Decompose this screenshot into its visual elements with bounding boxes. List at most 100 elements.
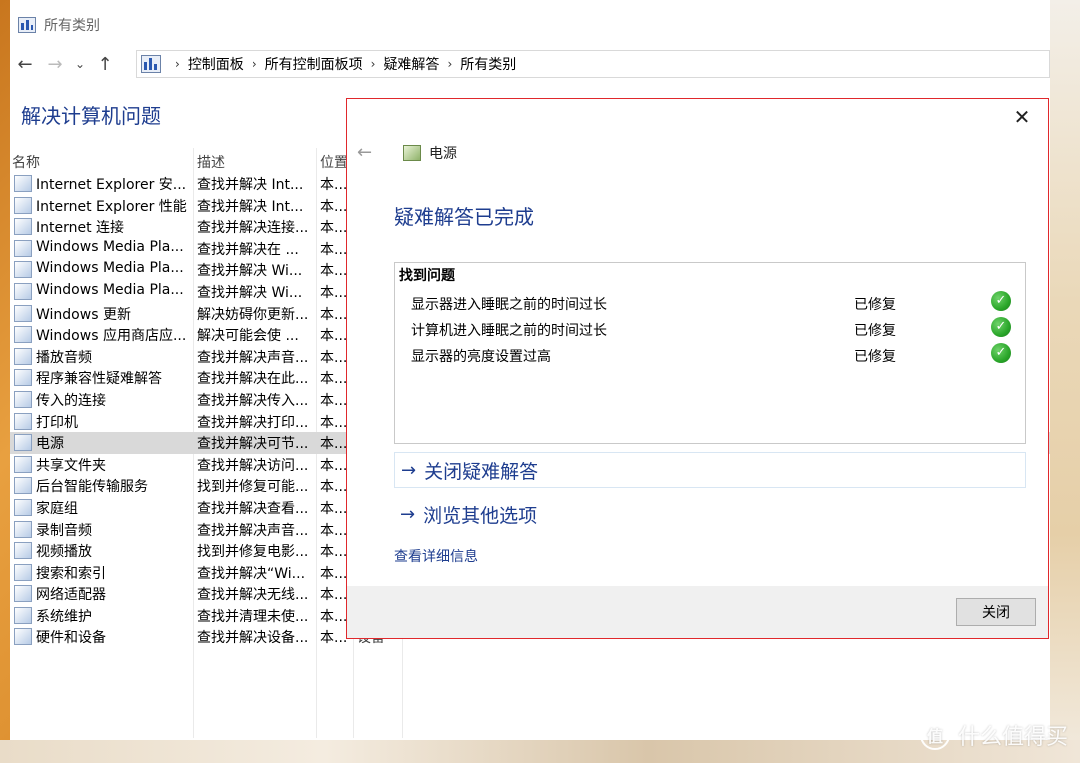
close-troubleshooter-link[interactable]: → 关闭疑难解答 — [394, 452, 1026, 488]
back-arrow-icon[interactable]: ← — [357, 142, 383, 163]
close-troubleshooter-label: 关闭疑难解答 — [424, 460, 539, 483]
item-description: 查找并解决连接... — [197, 220, 309, 237]
troubleshooter-item-icon — [14, 326, 32, 344]
item-location: 本... — [320, 608, 348, 625]
breadcrumb-separator-icon: › — [447, 57, 453, 71]
breadcrumb-separator-icon: › — [370, 57, 376, 71]
item-description: 查找并解决 Wi... — [197, 284, 303, 301]
item-description: 查找并解决传入... — [197, 392, 309, 409]
item-location: 本... — [320, 284, 348, 301]
browse-options-label: 浏览其他选项 — [423, 504, 538, 527]
item-description: 查找并解决在 ... — [197, 241, 299, 258]
item-description: 找到并修复电影... — [197, 544, 309, 561]
item-name: 传入的连接 — [36, 392, 106, 409]
item-location: 本... — [320, 587, 348, 604]
finding-text: 计算机进入睡眠之前的时间过长 — [411, 323, 607, 339]
troubleshooter-item-icon — [14, 542, 32, 560]
item-location: 本... — [320, 177, 348, 193]
finding-row: 显示器进入睡眠之前的时间过长 已修复 ✓ — [411, 291, 1011, 315]
breadcrumb-all-categories[interactable]: 所有类别 — [460, 54, 516, 74]
item-name: 家庭组 — [36, 500, 78, 517]
finding-text: 显示器的亮度设置过高 — [411, 349, 551, 365]
findings-title: 找到问题 — [399, 268, 455, 284]
item-name: Windows 应用商店应... — [36, 328, 187, 345]
control-panel-icon — [18, 17, 36, 33]
item-location: 本... — [320, 500, 348, 517]
dialog-nav: ← 电源 — [357, 142, 457, 163]
item-name: 共享文件夹 — [36, 457, 106, 474]
background-photo-bottom — [0, 740, 1080, 763]
troubleshooter-item-icon — [14, 628, 32, 646]
troubleshooter-item-icon — [14, 175, 32, 192]
breadcrumb-separator-icon: › — [175, 57, 180, 71]
troubleshooter-item-icon — [14, 390, 32, 408]
dialog-heading: 疑难解答已完成 — [394, 205, 534, 229]
finding-status: 已修复 — [854, 349, 896, 365]
findings-panel: 找到问题 显示器进入睡眠之前的时间过长 已修复 ✓ 计算机进入睡眠之前的时间过长… — [394, 262, 1026, 444]
troubleshooter-item-icon — [14, 218, 32, 236]
address-bar[interactable]: › 控制面板 › 所有控制面板项 › 疑难解答 › 所有类别 — [136, 50, 1050, 78]
back-arrow-icon[interactable]: ← — [10, 50, 40, 78]
troubleshooter-item-icon — [14, 304, 32, 322]
item-location: 本... — [320, 306, 348, 323]
item-name: Internet 连接 — [36, 220, 125, 237]
item-name: Windows Media Pla... — [36, 238, 184, 255]
right-arrow-icon: → — [401, 459, 417, 481]
finding-status: 已修复 — [854, 297, 896, 313]
troubleshooter-item-icon — [14, 261, 32, 279]
troubleshooter-item-icon — [14, 434, 32, 452]
item-name: 网络适配器 — [36, 587, 106, 604]
browse-options-link[interactable]: → 浏览其他选项 — [394, 496, 1026, 532]
item-description: 查找并解决查看... — [197, 500, 309, 517]
item-description: 查找并解决在此... — [197, 371, 309, 388]
item-description: 找到并修复可能... — [197, 479, 309, 496]
item-description: 解决妨碍你更新... — [197, 306, 309, 323]
item-description: 查找并解决声音... — [197, 349, 309, 366]
watermark: 值 什么值得买 — [919, 719, 1068, 751]
troubleshooter-item-icon — [14, 585, 32, 603]
window-title: 所有类别 — [44, 18, 100, 34]
power-troubleshooter-icon — [403, 144, 421, 161]
check-icon: ✓ — [991, 343, 1011, 363]
check-icon: ✓ — [991, 317, 1011, 337]
item-name: 程序兼容性疑难解答 — [36, 371, 162, 388]
item-name: Windows Media Pla... — [36, 260, 184, 277]
troubleshooter-item-icon — [14, 498, 32, 516]
item-name: 系统维护 — [36, 608, 92, 625]
check-icon: ✓ — [991, 291, 1011, 311]
troubleshooter-item-icon — [14, 606, 32, 624]
troubleshooter-item-icon — [14, 455, 32, 473]
item-location: 本... — [320, 371, 348, 388]
close-icon[interactable]: ✕ — [1008, 105, 1036, 129]
view-details-link[interactable]: 查看详细信息 — [394, 546, 478, 566]
dialog-footer: 关闭 — [347, 586, 1048, 638]
breadcrumb-control-panel[interactable]: 控制面板 — [188, 54, 244, 74]
breadcrumb-all-items[interactable]: 所有控制面板项 — [265, 54, 363, 74]
dialog-app-name: 电源 — [429, 145, 457, 162]
column-header-location[interactable]: 位置 — [320, 152, 348, 172]
column-header-description[interactable]: 描述 — [197, 152, 225, 172]
watermark-logo: 值 — [919, 720, 950, 750]
item-location: 本... — [320, 198, 348, 215]
item-name: Internet Explorer 性能 — [36, 198, 187, 215]
troubleshooter-dialog: ✕ ← 电源 疑难解答已完成 找到问题 显示器进入睡眠之前的时间过长 已修复 ✓… — [346, 98, 1049, 639]
troubleshooter-item-icon — [14, 477, 32, 495]
troubleshooter-item-icon — [14, 520, 32, 538]
item-name: 播放音频 — [36, 349, 92, 366]
item-name: 硬件和设备 — [36, 630, 106, 647]
up-arrow-icon[interactable]: ↑ — [90, 50, 120, 78]
item-location: 本... — [320, 241, 348, 258]
column-header-name[interactable]: 名称 — [12, 152, 40, 172]
close-button[interactable]: 关闭 — [956, 598, 1036, 626]
item-location: 本... — [320, 263, 348, 280]
item-name: Internet Explorer 安... — [36, 177, 187, 193]
recent-locations-chevron-icon[interactable]: ⌄ — [70, 50, 90, 78]
item-description: 查找并解决 Int... — [197, 177, 304, 193]
breadcrumb-troubleshooting[interactable]: 疑难解答 — [383, 54, 439, 74]
page-title: 解决计算机问题 — [21, 104, 161, 128]
background-photo-right — [1050, 0, 1080, 763]
finding-row: 显示器的亮度设置过高 已修复 ✓ — [411, 343, 1011, 367]
forward-arrow-icon[interactable]: → — [40, 50, 70, 78]
item-description: 查找并解决“Wi... — [197, 565, 306, 582]
item-description: 查找并解决访问... — [197, 457, 309, 474]
